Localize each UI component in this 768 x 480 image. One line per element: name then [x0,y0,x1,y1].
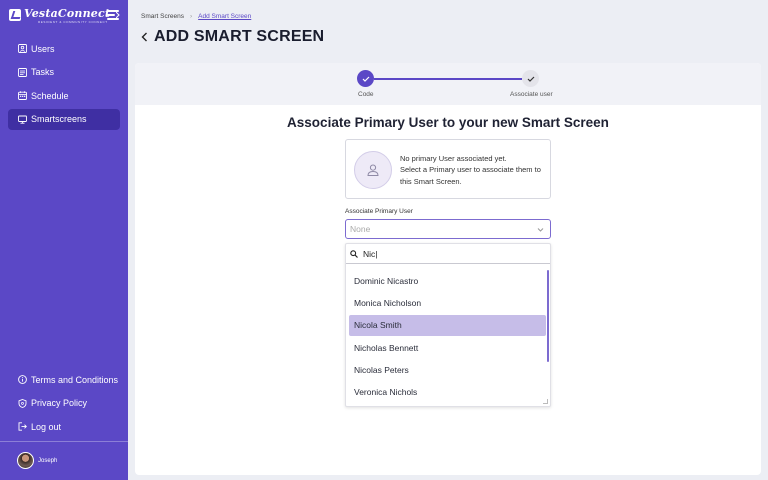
chevron-down-icon [537,228,544,232]
user-options-list: Dominic Nicastro Monica Nicholson Nicola… [349,270,546,404]
step-label-associate-user: Associate user [510,91,553,98]
check-icon [362,76,369,82]
sidebar-item-label: Users [31,43,55,54]
select-value: None [350,224,371,234]
sidebar-item-label: Tasks [31,67,55,77]
back-arrow-icon[interactable] [141,29,151,45]
sidebar-item-label: Terms and Conditions [31,374,119,385]
stepper: Code Associate user [135,63,761,105]
step-label-code: Code [358,91,374,98]
sidebar-item-tasks[interactable]: Tasks [8,62,120,83]
sidebar-item-users[interactable]: Users [8,38,120,59]
shield-icon [18,398,27,408]
page-title: ADD SMART SCREEN [154,28,325,45]
main-card: Code Associate user Associate Primary Us… [135,63,761,475]
sidebar-nav: Users Tasks Schedule Smartscreens [8,38,120,132]
sidebar: VestaConnect RESIDENT & COMMUNITY CONNEC… [0,0,128,480]
user-profile[interactable]: Joseph [17,452,57,469]
stepper-progress-line [374,78,522,80]
list-item-highlighted[interactable]: Nicola Smith [349,314,546,336]
no-user-notice: No primary User associated yet. Select a… [345,139,551,199]
step-associate-user[interactable] [522,70,539,87]
list-item[interactable]: Nicholas Bennett [349,337,546,358]
breadcrumb-current-link[interactable]: Add Smart Screen [198,13,251,20]
brand-logo[interactable]: VestaConnect RESIDENT & COMMUNITY CONNEC… [9,8,110,24]
resize-handle-icon[interactable] [543,399,548,404]
sidebar-divider [0,441,128,442]
list-item[interactable]: Veronica Nichols [349,382,546,403]
sidebar-item-terms[interactable]: Terms and Conditions [8,369,120,390]
sidebar-item-label: Schedule [31,90,69,101]
users-icon [18,44,27,53]
sidebar-item-logout[interactable]: Log out [8,416,120,437]
dropdown-scrollbar[interactable] [547,270,549,362]
check-icon [527,76,534,82]
breadcrumb-parent-link[interactable]: Smart Screens [141,13,184,20]
notice-line-1: No primary User associated yet. [400,154,507,163]
primary-user-select[interactable]: None [345,219,551,239]
user-search-input[interactable] [363,248,543,259]
search-icon [350,249,358,258]
logo-icon [9,9,21,21]
user-placeholder-icon [354,151,392,189]
tasks-icon [18,67,27,77]
list-item[interactable]: Dominic Nicastro [349,270,546,291]
page-header: ADD SMART SCREEN [141,28,324,46]
collapse-menu-icon[interactable] [107,10,120,20]
sidebar-item-label: Privacy Policy [31,398,88,408]
calendar-icon [18,91,27,100]
sidebar-item-schedule[interactable]: Schedule [8,85,120,106]
notice-line-2: Select a Primary user to associate them … [400,165,541,186]
primary-user-label: Associate Primary User [345,208,413,215]
logout-icon [18,422,27,431]
sidebar-item-privacy[interactable]: Privacy Policy [8,393,120,414]
sidebar-item-label: Log out [31,421,62,432]
monitor-icon [18,115,27,124]
dropdown-search [346,244,550,264]
breadcrumb-separator: › [190,13,193,20]
step-code[interactable] [357,70,374,87]
sidebar-item-label: Smartscreens [31,114,87,124]
sidebar-item-smartscreens[interactable]: Smartscreens [8,108,120,130]
brand-tagline: RESIDENT & COMMUNITY CONNECT [38,20,108,24]
user-dropdown: Dominic Nicastro Monica Nicholson Nicola… [345,243,551,407]
avatar [17,452,34,469]
list-item[interactable]: Monica Nicholson [349,292,546,313]
breadcrumb: Smart Screens › Add Smart Screen [141,13,251,20]
section-heading: Associate Primary User to your new Smart… [287,115,609,130]
brand-name: VestaConnect [24,7,111,20]
info-icon [18,375,27,384]
list-item[interactable]: Nicolas Peters [349,360,546,381]
sidebar-footer-nav: Terms and Conditions Privacy Policy Log … [8,369,120,440]
user-name: Joseph [38,457,58,464]
